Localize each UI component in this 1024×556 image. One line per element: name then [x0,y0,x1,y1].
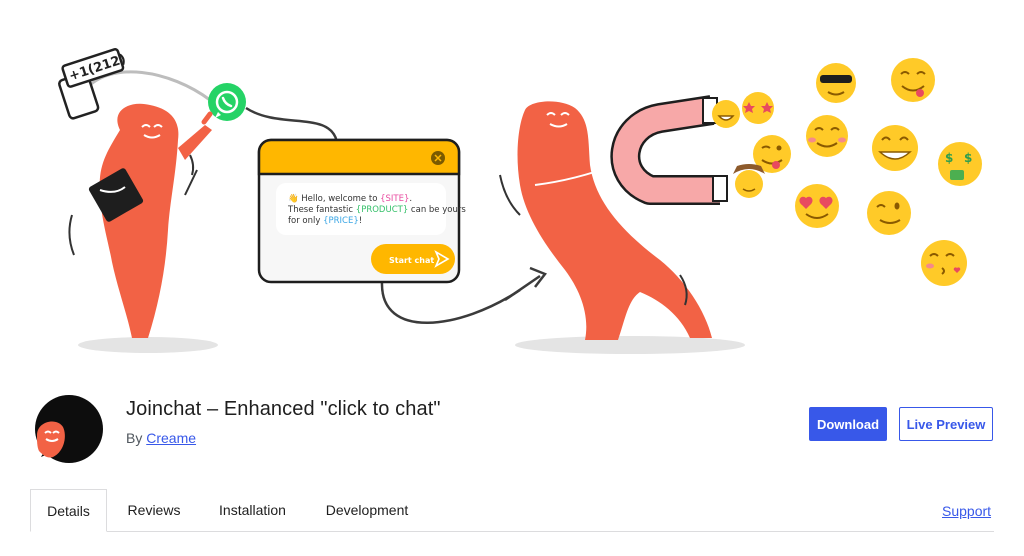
author-prefix: By [126,430,147,446]
beaming-emoji [872,125,918,171]
svg-text:Start chat: Start chat [389,256,434,265]
kissing-emoji [921,240,967,286]
download-button[interactable]: Download [809,407,887,441]
start-chat-pill: Start chat [371,244,455,274]
support-link[interactable]: Support [942,503,991,519]
whatsapp-icon [208,83,246,121]
chat-widget-illustration: 👋 Hello, welcome to {SITE}. These fantas… [257,138,466,284]
right-character-shadow [515,336,745,354]
tab-installation[interactable]: Installation [204,489,301,531]
blush-emoji [806,115,848,157]
left-character-shadow [78,337,218,353]
svg-text:👋 Hello, welcome to {SITE}.: 👋 Hello, welcome to {SITE}. [288,193,412,204]
joinchat-logo-icon [35,395,103,463]
svg-text:$: $ [945,151,953,165]
tabs-divider [30,531,994,532]
live-preview-button[interactable]: Live Preview [899,407,993,441]
tab-details[interactable]: Details [30,489,107,532]
money-mouth-emoji: $ $ [938,142,982,186]
tab-development[interactable]: Development [313,489,421,531]
close-icon [431,151,445,165]
grin-emoji [712,100,740,128]
cowboy-emoji [733,164,765,198]
author-link[interactable]: Creame [146,430,196,446]
plugin-title: Joinchat – Enhanced "click to chat" [126,398,441,420]
plugin-author: By Creame [126,430,196,446]
plugin-banner: +1(212) 👋 Hello, welcome to {SITE}. Thes… [0,0,1024,380]
svg-text:for only {PRICE}!: for only {PRICE}! [288,216,362,226]
star-struck-emoji [742,92,774,124]
left-character-illustration [68,103,213,338]
svg-text:These fantastic {PRODUCT} can: These fantastic {PRODUCT} can be yours [287,205,466,215]
svg-text:$: $ [964,151,972,165]
emoji-cluster: $ $ [712,58,982,286]
heart-eyes-emoji [795,184,839,228]
sunglasses-emoji [816,63,856,103]
tab-reviews[interactable]: Reviews [112,489,196,531]
wink-emoji [867,191,911,235]
yum-emoji [891,58,935,102]
right-character-illustration [499,95,728,340]
plugin-icon [31,393,103,465]
